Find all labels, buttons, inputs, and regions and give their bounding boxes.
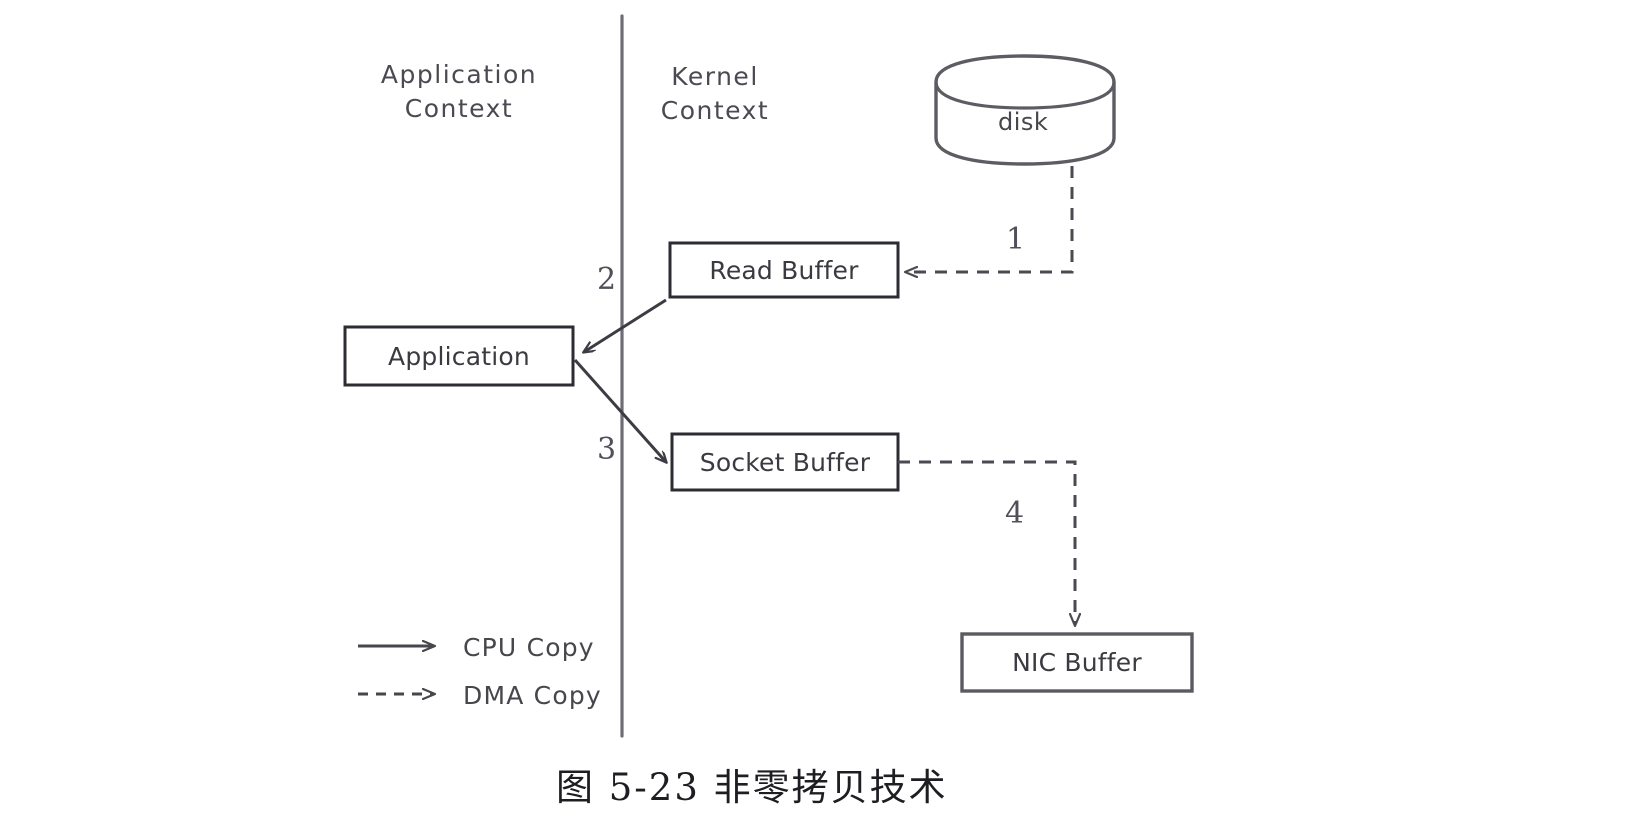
application-context-label: Application Context bbox=[380, 60, 538, 123]
figure-caption: 图 5-23 非零拷贝技术 bbox=[556, 766, 948, 809]
arrow-step-1-disk-to-read-buffer bbox=[906, 166, 1074, 272]
kernel-context-label: Kernel Context bbox=[660, 62, 770, 125]
legend-cpu-copy-label: CPU Copy bbox=[463, 633, 595, 662]
nic-buffer-label: NIC Buffer bbox=[1012, 648, 1142, 677]
step-number-3: 3 bbox=[597, 432, 617, 467]
step-number-1: 1 bbox=[1006, 222, 1026, 257]
step-number-2: 2 bbox=[597, 262, 617, 297]
disk-node-label: disk bbox=[998, 108, 1049, 136]
arrow-step-4-socket-buffer-to-nic-buffer bbox=[898, 460, 1075, 625]
diagram-vector-layer bbox=[343, 14, 1194, 738]
read-buffer-label: Read Buffer bbox=[709, 255, 859, 285]
legend-dma-copy-label: DMA Copy bbox=[463, 681, 602, 710]
arrow-step-2-read-buffer-to-application bbox=[584, 298, 667, 352]
figure-canvas: Application Context Kernel Context disk … bbox=[0, 0, 1640, 838]
socket-buffer-label: Socket Buffer bbox=[699, 447, 871, 477]
application-label: Application bbox=[388, 341, 530, 371]
step-number-4: 4 bbox=[1005, 496, 1025, 531]
